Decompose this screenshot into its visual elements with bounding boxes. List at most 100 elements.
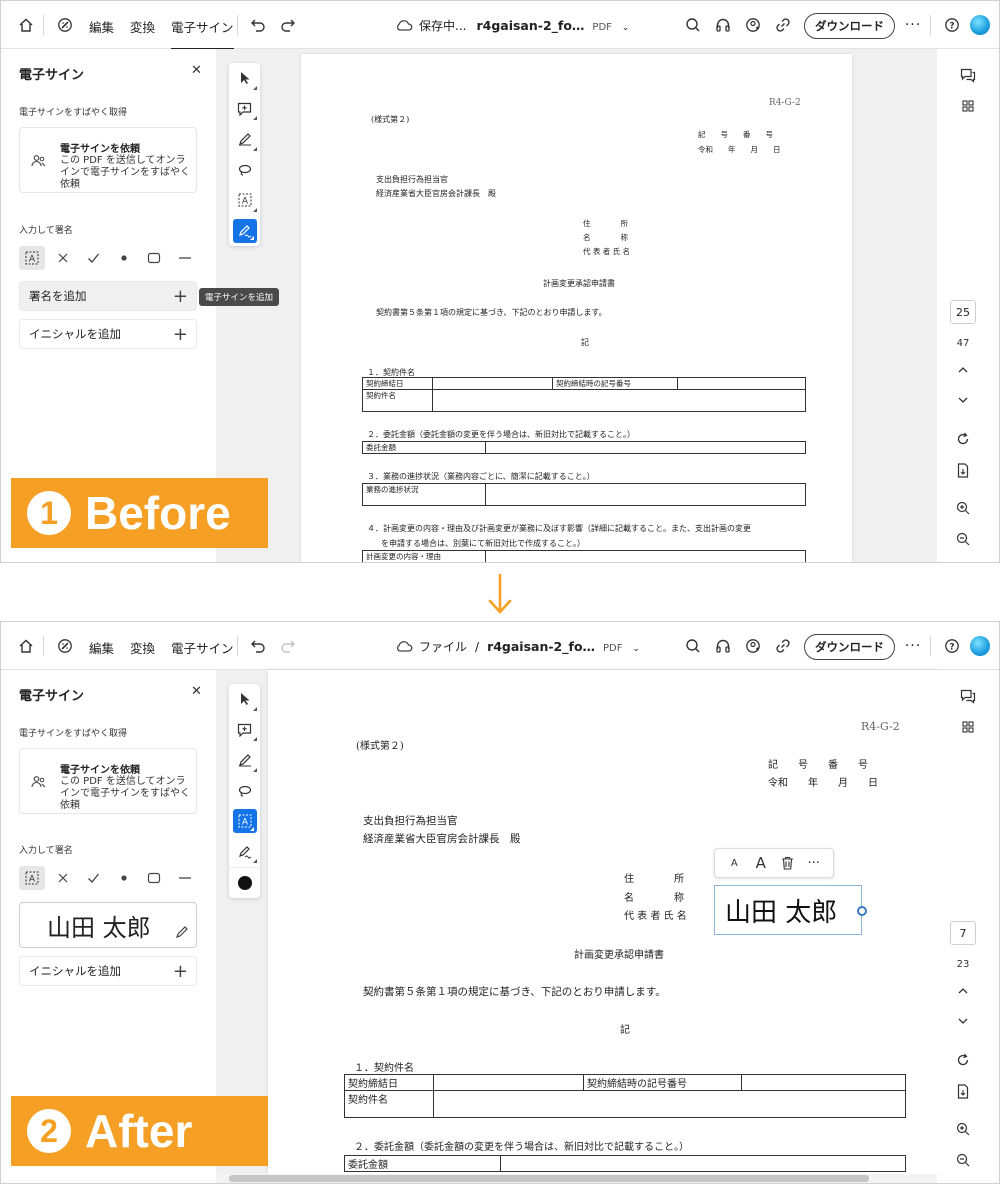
more-options-icon[interactable]: ··· <box>902 635 924 657</box>
file-title[interactable]: ファイル / r4gaisan-2_fo… PDF ⌄ <box>419 638 640 655</box>
select-tool[interactable] <box>229 684 260 715</box>
sign-tool[interactable] <box>229 216 260 247</box>
menu-edit[interactable]: 編集 <box>89 638 114 657</box>
contract-table: 契約締結日 契約締結時の記号番号 契約件名 <box>362 377 806 412</box>
thumbnails-icon[interactable] <box>957 95 979 117</box>
add-signature-button[interactable]: 署名を追加 + <box>19 281 197 311</box>
text-box-icon[interactable]: A <box>19 246 45 270</box>
help-icon[interactable]: ? <box>941 14 963 36</box>
home-icon[interactable] <box>15 635 37 657</box>
comments-icon[interactable] <box>957 64 979 86</box>
search-icon[interactable] <box>682 635 704 657</box>
home-icon[interactable] <box>15 14 37 36</box>
text-tool[interactable]: A <box>229 185 260 216</box>
pdf-page: R4-G-2 (様式第２) 記 号 番 号 令和 年 月 日 支出負担行為担当官… <box>268 670 938 1175</box>
text-box-icon[interactable]: A <box>19 866 45 890</box>
close-icon[interactable]: ✕ <box>191 684 202 699</box>
check-mark-icon[interactable] <box>80 866 106 890</box>
request-signature-card[interactable]: 電子サインを依頼 この PDF を送信してオンラインで電子サインをすばやく依頼 <box>19 127 197 193</box>
cross-mark-icon[interactable] <box>50 866 76 890</box>
ai-assistant-icon[interactable] <box>54 14 76 36</box>
document-canvas: R4-G-2 (様式第２) 記 号 番 号 令和 年 月 日 支出負担行為担当官… <box>216 670 938 1183</box>
more-options-icon[interactable]: ··· <box>902 14 924 36</box>
current-page-input[interactable]: 7 <box>950 921 976 945</box>
request-signature-card[interactable]: 電子サインを依頼 この PDF を送信してオンラインで電子サインをすばやく依頼 <box>19 748 197 814</box>
ai-assistant-icon[interactable] <box>54 635 76 657</box>
resize-handle[interactable] <box>857 906 867 916</box>
chevron-down-icon[interactable] <box>950 1010 976 1032</box>
menu-convert[interactable]: 変換 <box>130 17 155 36</box>
dot-icon[interactable] <box>111 866 137 890</box>
cross-mark-icon[interactable] <box>50 246 76 270</box>
comment-tool[interactable] <box>229 94 260 125</box>
close-icon[interactable]: ✕ <box>191 63 202 78</box>
pencil-icon[interactable] <box>175 917 189 945</box>
saved-signature-text: 山田 太郎 <box>47 913 151 942</box>
undo-icon[interactable] <box>247 635 269 657</box>
rotate-icon[interactable] <box>950 1049 976 1071</box>
horizontal-scrollbar[interactable] <box>216 1174 938 1183</box>
color-picker[interactable] <box>229 867 260 898</box>
decrease-size-button[interactable]: A <box>721 858 748 869</box>
dot-icon[interactable] <box>111 246 137 270</box>
share-user-icon[interactable] <box>742 635 764 657</box>
draw-tool[interactable] <box>229 124 260 155</box>
chevron-up-icon[interactable] <box>950 980 976 1002</box>
add-initials-button[interactable]: イニシャルを追加 + <box>19 319 197 349</box>
file-title[interactable]: 保存中... r4gaisan-2_fo… PDF ⌄ <box>419 17 629 34</box>
redo-icon[interactable] <box>277 14 299 36</box>
check-mark-icon[interactable] <box>80 246 106 270</box>
help-icon[interactable]: ? <box>941 635 963 657</box>
page-extract-icon[interactable] <box>950 1080 976 1102</box>
menu-convert[interactable]: 変換 <box>130 638 155 657</box>
link-icon[interactable] <box>772 635 794 657</box>
quick-heading: 電子サインをすばやく取得 <box>19 108 128 118</box>
undo-icon[interactable] <box>247 14 269 36</box>
headphones-icon[interactable] <box>712 14 734 36</box>
text-tool[interactable]: A <box>229 806 260 837</box>
increase-size-button[interactable]: A <box>748 854 775 872</box>
chevron-down-icon[interactable]: ⌄ <box>632 644 640 654</box>
redo-icon[interactable] <box>277 635 299 657</box>
add-initials-button[interactable]: イニシャルを追加 + <box>19 956 197 986</box>
current-page-input[interactable]: 25 <box>950 300 976 324</box>
zoom-in-icon[interactable] <box>950 497 976 519</box>
intro-text: 契約書第５条第１項の規定に基づき、下記のとおり申請します。 <box>363 986 666 998</box>
draw-tool[interactable] <box>229 745 260 776</box>
placed-signature-field[interactable]: 山田 太郎 <box>714 885 867 935</box>
menu-e-sign[interactable]: 電子サイン <box>171 17 234 50</box>
page-extract-icon[interactable] <box>950 459 976 481</box>
chevron-down-icon[interactable]: ⌄ <box>622 23 630 33</box>
line-icon[interactable] <box>172 246 198 270</box>
lasso-tool[interactable] <box>229 155 260 186</box>
lasso-tool[interactable] <box>229 776 260 807</box>
search-icon[interactable] <box>682 14 704 36</box>
zoom-out-icon[interactable] <box>950 528 976 550</box>
add-initials-label: イニシャルを追加 <box>29 964 121 978</box>
share-user-icon[interactable] <box>742 14 764 36</box>
sign-tool[interactable] <box>229 837 260 868</box>
thumbnails-icon[interactable] <box>957 716 979 738</box>
rectangle-icon[interactable] <box>141 246 167 270</box>
link-icon[interactable] <box>772 14 794 36</box>
select-tool[interactable] <box>229 63 260 94</box>
zoom-out-icon[interactable] <box>950 1149 976 1171</box>
rotate-icon[interactable] <box>950 428 976 450</box>
download-button[interactable]: ダウンロード <box>804 13 895 39</box>
rectangle-icon[interactable] <box>141 866 167 890</box>
trash-icon[interactable] <box>774 856 801 870</box>
line-icon[interactable] <box>172 866 198 890</box>
comment-tool[interactable] <box>229 715 260 746</box>
more-options-icon[interactable]: ··· <box>801 856 828 871</box>
saved-signature[interactable]: 山田 太郎 <box>19 902 197 948</box>
comments-icon[interactable] <box>957 685 979 707</box>
avatar[interactable] <box>970 636 990 656</box>
chevron-down-icon[interactable] <box>950 389 976 411</box>
menu-edit[interactable]: 編集 <box>89 17 114 36</box>
chevron-up-icon[interactable] <box>950 359 976 381</box>
menu-e-sign[interactable]: 電子サイン <box>171 638 234 657</box>
avatar[interactable] <box>970 15 990 35</box>
headphones-icon[interactable] <box>712 635 734 657</box>
download-button[interactable]: ダウンロード <box>804 634 895 660</box>
zoom-in-icon[interactable] <box>950 1118 976 1140</box>
